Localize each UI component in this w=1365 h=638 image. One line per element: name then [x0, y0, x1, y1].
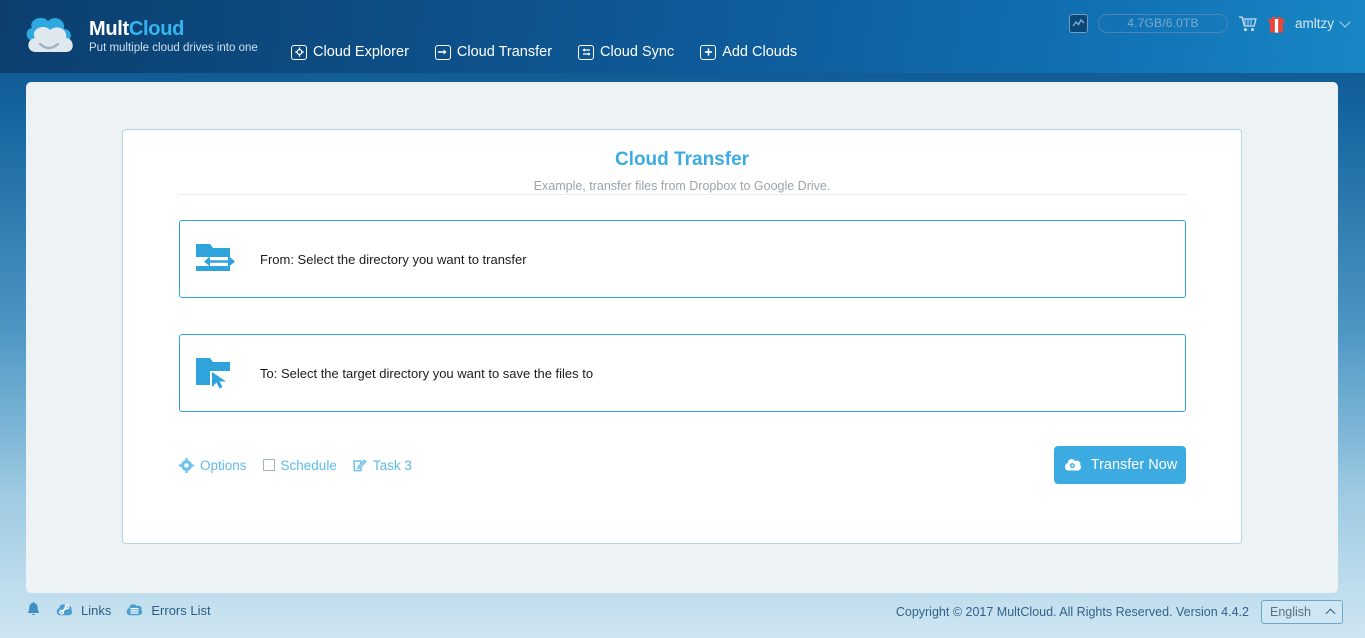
nav-label-cloud-sync: Cloud Sync	[600, 44, 675, 60]
footer-left-group: Links Errors List	[26, 602, 211, 618]
task-label: Task 3	[372, 457, 412, 473]
nav-label-cloud-transfer: Cloud Transfer	[456, 44, 553, 60]
schedule-checkbox[interactable]	[262, 459, 275, 471]
app-header: MultCloud Put multiple cloud drives into…	[0, 0, 1365, 73]
source-selector[interactable]: From: Select the directory you want to t…	[179, 220, 1186, 298]
folder-export-icon	[194, 239, 240, 279]
card-controls-row: Options Schedule Task 3 Transfer Now	[179, 446, 1186, 484]
traffic-stats-icon[interactable]	[1068, 14, 1088, 33]
logo-title: MultCloud	[89, 18, 258, 40]
language-label: English	[1270, 605, 1311, 619]
folder-arrow-right-icon	[434, 44, 451, 60]
content-panel: Cloud Transfer Example, transfer files f…	[26, 82, 1338, 593]
bell-icon[interactable]	[26, 602, 41, 618]
folder-plus-icon	[700, 44, 717, 60]
cloud-transfer-icon	[1063, 458, 1083, 472]
links-label: Links	[81, 602, 112, 618]
cloud-logo-icon	[18, 12, 80, 60]
storage-usage[interactable]: 4.7GB/6.0TB	[1097, 14, 1228, 33]
divider	[179, 194, 1187, 195]
schedule-toggle[interactable]: Schedule	[262, 457, 337, 473]
cloud-link-icon	[55, 603, 74, 617]
user-menu[interactable]: amltzy	[1294, 15, 1351, 31]
target-selector[interactable]: To: Select the target directory you want…	[179, 334, 1186, 412]
page-subtitle: Example, transfer files from Dropbox to …	[533, 179, 831, 193]
main-navigation: Cloud Explorer Cloud Transfer Cloud Sync…	[291, 44, 797, 60]
transfer-now-button[interactable]: Transfer Now	[1054, 446, 1186, 484]
nav-item-cloud-explorer[interactable]: Cloud Explorer	[291, 44, 409, 60]
nav-label-cloud-explorer: Cloud Explorer	[313, 44, 409, 60]
logo-name-part1: Mult	[89, 18, 129, 41]
folder-cursor-icon	[194, 353, 240, 393]
cloud-list-icon	[125, 603, 144, 617]
nav-label-add-clouds: Add Clouds	[722, 44, 798, 60]
nav-item-cloud-transfer[interactable]: Cloud Transfer	[434, 44, 553, 60]
options-group: Options Schedule Task 3	[179, 457, 412, 473]
app-footer: Links Errors List Copyright © 2017 MultC…	[0, 596, 1365, 638]
target-selector-label: To: Select the target directory you want…	[260, 365, 594, 381]
links-button[interactable]: Links	[55, 603, 111, 618]
task-button[interactable]: Task 3	[353, 458, 412, 473]
gift-icon[interactable]	[1268, 15, 1285, 33]
shopping-cart-icon[interactable]	[1238, 14, 1258, 33]
logo-name-part2: Cloud	[128, 18, 185, 41]
edit-pencil-icon	[353, 458, 367, 472]
source-selector-label: From: Select the directory you want to t…	[260, 251, 527, 267]
transfer-now-label: Transfer Now	[1090, 457, 1178, 473]
logo-block[interactable]: MultCloud Put multiple cloud drives into…	[18, 12, 258, 60]
logo-tagline: Put multiple cloud drives into one	[89, 42, 258, 55]
footer-right-group: Copyright © 2017 MultCloud. All Rights R…	[896, 600, 1343, 624]
options-button[interactable]: Options	[179, 457, 247, 473]
header-right-group: 4.7GB/6.0TB amltzy	[1068, 14, 1351, 33]
chevron-up-icon	[1325, 608, 1336, 619]
cloud-transfer-card: Cloud Transfer Example, transfer files f…	[122, 129, 1242, 544]
copyright-text: Copyright © 2017 MultCloud. All Rights R…	[895, 605, 1249, 619]
folder-sync-icon	[578, 44, 595, 60]
page-title: Cloud Transfer	[614, 149, 750, 170]
errors-list-button[interactable]: Errors List	[125, 602, 211, 618]
options-label: Options	[200, 457, 247, 473]
username-label: amltzy	[1294, 16, 1334, 31]
chevron-down-icon	[1339, 15, 1351, 28]
gear-icon	[179, 457, 194, 473]
folder-gear-icon	[291, 44, 307, 60]
nav-item-cloud-sync[interactable]: Cloud Sync	[578, 44, 674, 60]
nav-item-add-clouds[interactable]: Add Clouds	[700, 44, 797, 60]
language-selector[interactable]: English	[1261, 600, 1343, 624]
schedule-label: Schedule	[280, 457, 337, 473]
errors-list-label: Errors List	[151, 602, 211, 618]
